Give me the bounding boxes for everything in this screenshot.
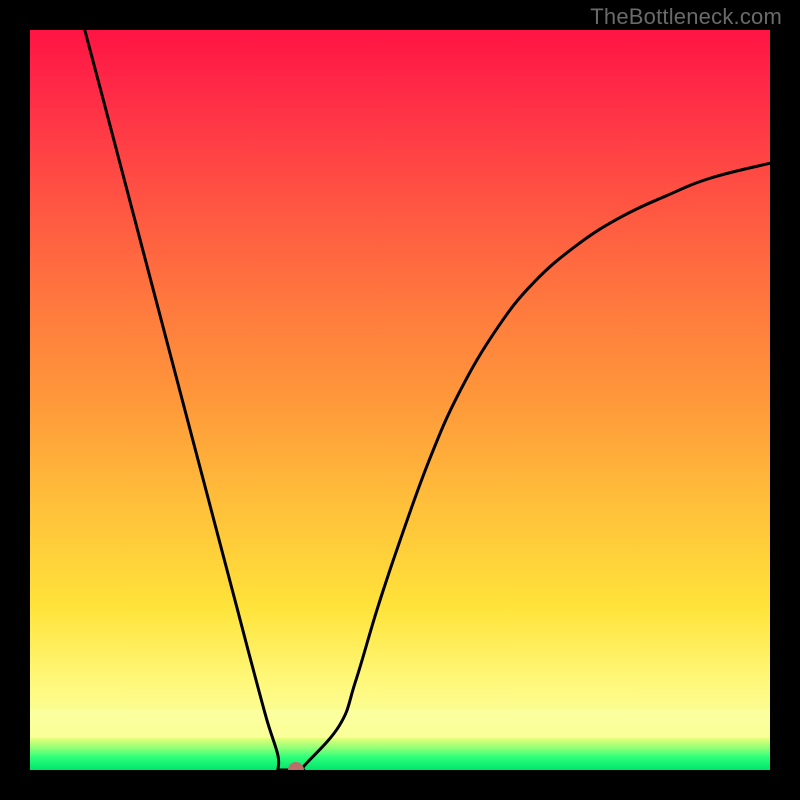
chart-curve-svg	[30, 30, 770, 770]
watermark-text: TheBottleneck.com	[590, 4, 782, 30]
bottleneck-curve	[85, 30, 770, 770]
chart-frame: TheBottleneck.com	[0, 0, 800, 800]
plot-area	[30, 30, 770, 770]
